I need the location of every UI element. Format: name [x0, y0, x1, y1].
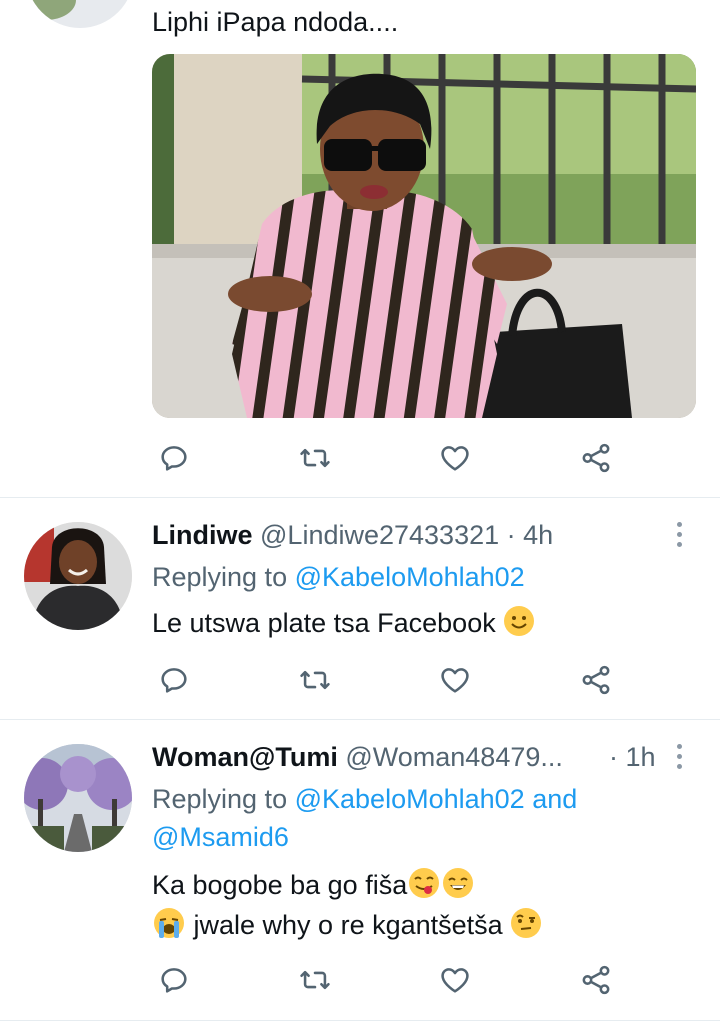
savoring-food-face-icon — [409, 868, 440, 898]
mention-link[interactable]: @Msamid6 — [152, 822, 289, 852]
mention-link[interactable]: @KabeloMohlah02 — [295, 784, 525, 814]
dot-separator: · — [609, 742, 618, 772]
reply-timestamp: · 1h — [609, 739, 656, 775]
reply-text-line-2: jwale why o re kgantšetša — [152, 907, 542, 943]
loudly-crying-face-icon — [154, 908, 184, 938]
retweet-button[interactable] — [293, 436, 337, 480]
share-button[interactable] — [574, 436, 618, 480]
retweet-button[interactable] — [293, 958, 337, 1002]
more-icon — [676, 743, 682, 749]
tweet-image[interactable] — [152, 54, 696, 418]
reply-icon — [161, 668, 187, 693]
reply-text-line-1: Ka bogobe ba go fiša — [152, 867, 475, 903]
user-handle[interactable]: @Woman48479... — [345, 742, 563, 772]
heart-icon — [441, 668, 469, 693]
display-name[interactable]: Lindiwe — [152, 520, 253, 550]
reply-header: Lindiwe @Lindiwe27433321 · 4h — [152, 517, 553, 553]
reply-button[interactable] — [152, 658, 196, 702]
grinning-face-icon — [443, 868, 474, 898]
like-button[interactable] — [433, 658, 477, 702]
timestamp[interactable]: 4h — [523, 520, 553, 550]
retweet-icon — [300, 670, 330, 690]
share-icon — [582, 665, 610, 695]
dot-separator: · — [506, 520, 516, 550]
display-name[interactable]: Woman@Tumi — [152, 742, 338, 772]
avatar-woman-tumi[interactable] — [24, 744, 132, 852]
heart-icon — [441, 446, 469, 471]
reply-icon — [161, 446, 187, 471]
share-icon — [582, 443, 610, 473]
avatar-lindiwe[interactable] — [24, 522, 132, 630]
reply-text-content: Le utswa plate tsa Facebook — [152, 608, 496, 638]
reply-text-content: Ka bogobe ba go fiša — [152, 870, 408, 900]
retweet-icon — [300, 448, 330, 468]
like-button[interactable] — [433, 958, 477, 1002]
retweet-button[interactable] — [293, 658, 337, 702]
replying-to-label: Replying to — [152, 562, 288, 592]
share-icon — [582, 965, 610, 995]
mention-link[interactable]: @KabeloMohlah02 — [295, 562, 525, 592]
user-handle[interactable]: @Lindiwe27433321 — [260, 520, 499, 550]
reply-text-content: jwale why o re kgantšetša — [193, 910, 503, 940]
reply-text: Le utswa plate tsa Facebook — [152, 605, 535, 641]
divider — [0, 497, 720, 498]
previous-avatar[interactable] — [26, 0, 134, 28]
divider — [0, 1020, 720, 1021]
reply-button[interactable] — [152, 436, 196, 480]
replying-to-line: Replying to @KabeloMohlah02 — [152, 559, 525, 595]
more-menu-button[interactable] — [669, 516, 689, 552]
timestamp[interactable]: 1h — [626, 742, 656, 772]
slightly-smiling-face-icon — [504, 606, 535, 636]
retweet-icon — [300, 970, 330, 990]
share-button[interactable] — [574, 958, 618, 1002]
share-button[interactable] — [574, 658, 618, 702]
divider — [0, 719, 720, 720]
and-word[interactable]: and — [532, 784, 577, 814]
meme-photo — [152, 54, 696, 418]
replying-to-line: Replying to @KabeloMohlah02 and — [152, 781, 577, 817]
replying-to-line-2: @Msamid6 — [152, 819, 289, 855]
reply-icon — [161, 968, 187, 993]
tweet-text: Liphi iPapa ndoda.... — [152, 7, 399, 37]
replying-to-label: Replying to — [152, 784, 288, 814]
more-icon — [676, 521, 682, 527]
face-with-raised-eyebrow-icon — [511, 908, 542, 938]
like-button[interactable] — [433, 436, 477, 480]
reply-button[interactable] — [152, 958, 196, 1002]
heart-icon — [441, 968, 469, 993]
more-menu-button[interactable] — [669, 738, 689, 774]
reply-header: Woman@Tumi @Woman48479... — [152, 739, 563, 775]
